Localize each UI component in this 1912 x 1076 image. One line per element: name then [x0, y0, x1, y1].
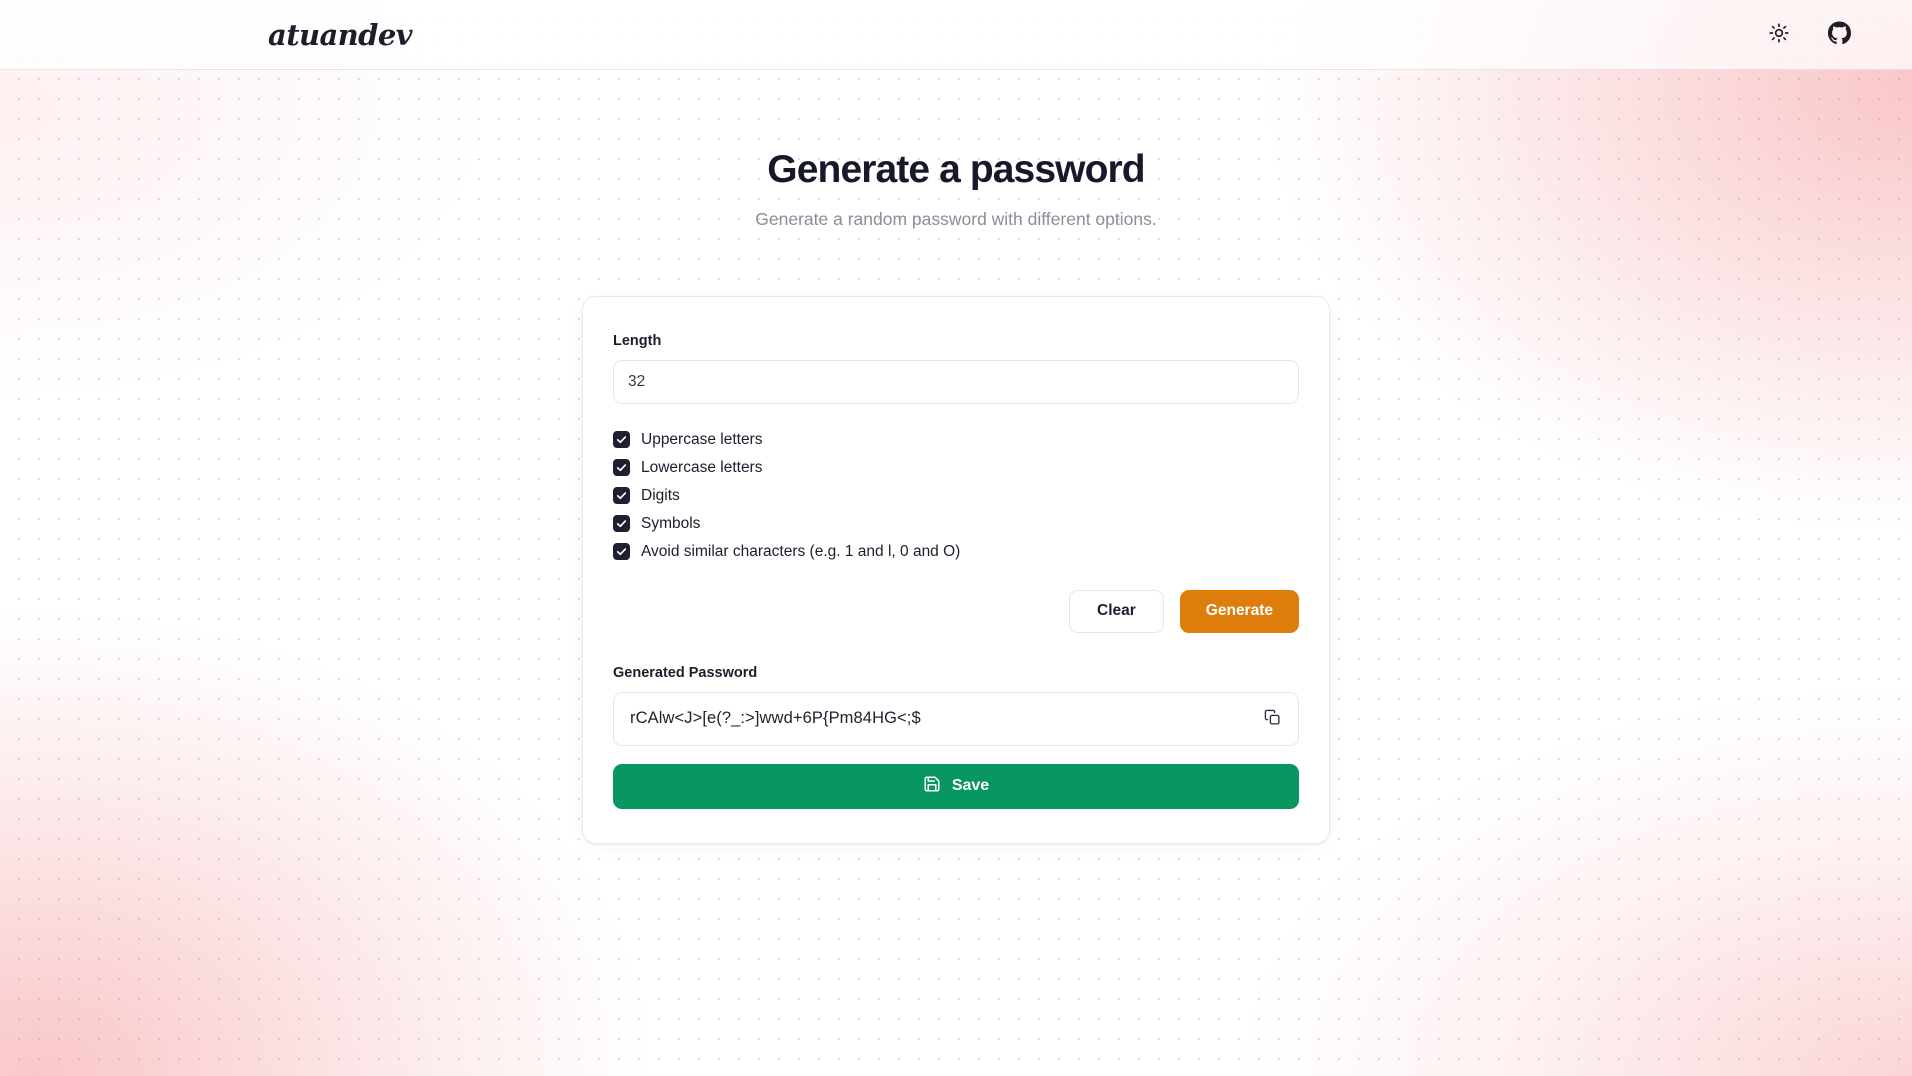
- theme-toggle-button[interactable]: [1762, 18, 1796, 52]
- option-digits[interactable]: Digits: [613, 484, 1299, 507]
- site-header: atuandev: [0, 0, 1912, 70]
- generated-password-label: Generated Password: [613, 664, 758, 681]
- page-title: Generate a password: [767, 148, 1145, 191]
- option-uppercase-letters[interactable]: Uppercase letters: [613, 428, 1299, 451]
- page-subtitle: Generate a random password with differen…: [755, 208, 1157, 229]
- option-label: Avoid similar characters (e.g. 1 and l, …: [641, 542, 961, 560]
- save-button[interactable]: Save: [613, 763, 1299, 809]
- option-avoid-similar-characters[interactable]: Avoid similar characters (e.g. 1 and l, …: [613, 540, 1299, 563]
- clear-button[interactable]: Clear: [1069, 589, 1164, 633]
- generate-button[interactable]: Generate: [1179, 589, 1299, 633]
- checkbox-checked-icon[interactable]: [613, 458, 630, 476]
- checkbox-checked-icon[interactable]: [613, 486, 630, 504]
- length-label: Length: [613, 332, 662, 349]
- sun-icon: [1769, 23, 1789, 46]
- password-generator-card: Length Uppercase letters Lowercase lette…: [582, 295, 1330, 844]
- copy-password-button[interactable]: [1256, 703, 1288, 735]
- option-label: Symbols: [641, 514, 701, 532]
- checkbox-checked-icon[interactable]: [613, 542, 630, 560]
- save-floppy-icon: [923, 775, 941, 798]
- save-button-label: Save: [951, 777, 990, 795]
- result-section: Generated Password rCAlw<J>[e(?_:>]wwd+6…: [613, 665, 1299, 809]
- password-field-wrap: rCAlw<J>[e(?_:>]wwd+6P{Pm84HG<;$: [613, 691, 1299, 746]
- options-list: Uppercase letters Lowercase letters Digi…: [613, 428, 1299, 563]
- checkbox-checked-icon[interactable]: [613, 514, 630, 532]
- main-content: Generate a password Generate a random pa…: [0, 70, 1912, 844]
- option-label: Digits: [641, 486, 680, 504]
- brand-logo[interactable]: atuandev: [268, 18, 413, 52]
- header-actions: [1762, 18, 1856, 52]
- option-symbols[interactable]: Symbols: [613, 512, 1299, 535]
- action-row: Clear Generate: [613, 589, 1299, 633]
- copy-icon: [1264, 709, 1281, 729]
- github-icon: [1827, 21, 1852, 49]
- length-input[interactable]: [613, 359, 1299, 404]
- option-lowercase-letters[interactable]: Lowercase letters: [613, 456, 1299, 479]
- option-label: Uppercase letters: [641, 430, 763, 448]
- generated-password-value[interactable]: rCAlw<J>[e(?_:>]wwd+6P{Pm84HG<;$: [613, 691, 1299, 746]
- checkbox-checked-icon[interactable]: [613, 430, 630, 448]
- option-label: Lowercase letters: [641, 458, 763, 476]
- github-link-button[interactable]: [1822, 18, 1856, 52]
